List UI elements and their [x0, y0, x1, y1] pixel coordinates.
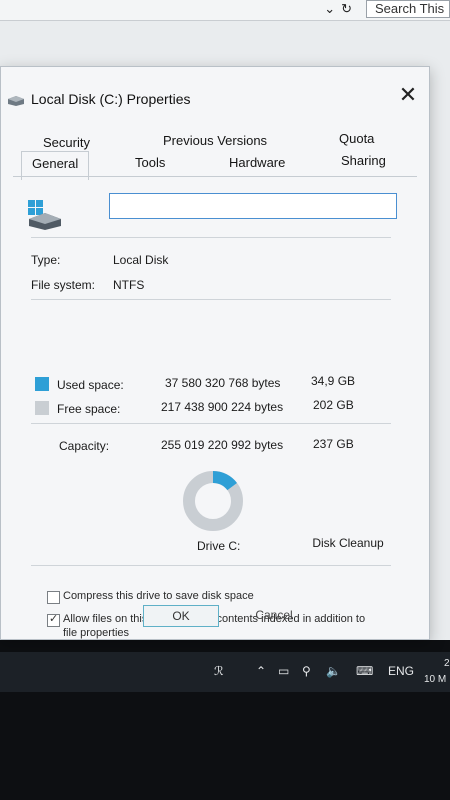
free-space-label: Free space:: [57, 402, 121, 416]
separator: [31, 237, 391, 238]
tab-strip: Security Previous Versions Quota General…: [13, 131, 417, 180]
volume-icon[interactable]: 🔈: [326, 664, 341, 678]
language-indicator[interactable]: ENG: [388, 664, 414, 678]
compress-checkbox[interactable]: [47, 591, 60, 604]
drive-icon: [8, 96, 24, 106]
capacity-bytes: 255 019 220 992 bytes: [161, 438, 284, 452]
type-value: Local Disk: [113, 253, 169, 267]
tab-security[interactable]: Security: [43, 135, 90, 150]
people-icon[interactable]: ℛ: [214, 664, 224, 678]
disk-usage-donut: [183, 471, 243, 531]
battery-icon[interactable]: ▭: [278, 664, 289, 678]
clock-date[interactable]: 10 M: [424, 674, 446, 685]
tab-hardware[interactable]: Hardware: [229, 155, 285, 170]
drive-label: Drive C:: [197, 539, 241, 553]
network-icon[interactable]: ⚲: [302, 664, 311, 678]
type-label: Type:: [31, 253, 61, 267]
taskbar: ℛ ⌃ ▭ ⚲ 🔈 ⌨ ENG 2 10 M: [0, 652, 450, 692]
ok-button[interactable]: OK: [143, 605, 219, 627]
dialog-title: Local Disk (C:) Properties: [31, 91, 191, 107]
used-space-swatch: [35, 377, 49, 391]
chevron-down-icon[interactable]: ⌄: [324, 1, 335, 17]
capacity-size: 237 GB: [313, 437, 354, 451]
separator: [31, 299, 391, 300]
properties-dialog: Local Disk (C:) Properties ✕ Security Pr…: [0, 66, 430, 640]
file-system-label: File system:: [31, 278, 96, 292]
separator: [31, 565, 391, 566]
used-space-size: 34,9 GB: [311, 374, 356, 388]
used-space-bytes: 37 580 320 768 bytes: [165, 376, 281, 390]
refresh-icon[interactable]: ↻: [341, 1, 352, 17]
compress-label: Compress this drive to save disk space: [63, 590, 254, 602]
chevron-up-icon[interactable]: ⌃: [256, 664, 266, 678]
title-bar: Local Disk (C:) Properties ✕: [1, 67, 429, 131]
used-space-label: Used space:: [57, 378, 124, 392]
explorer-nav-controls: ⌄ ↻: [308, 0, 352, 18]
file-system-value: NTFS: [113, 278, 145, 292]
capacity-label: Capacity:: [59, 439, 110, 453]
index-label-line2: file properties: [63, 627, 130, 639]
search-input[interactable]: Search This: [366, 0, 450, 18]
free-space-bytes: 217 438 900 224 bytes: [161, 400, 284, 414]
tab-quota[interactable]: Quota: [339, 131, 374, 146]
free-space-size: 202 GB: [313, 398, 354, 412]
clock-time[interactable]: 2: [444, 658, 450, 669]
keyboard-icon[interactable]: ⌨: [356, 664, 373, 678]
disk-cleanup-button[interactable]: Disk Cleanup: [303, 533, 393, 553]
index-checkbox[interactable]: [47, 612, 60, 627]
tab-previous-versions[interactable]: Previous Versions: [163, 133, 267, 148]
free-space-swatch: [35, 401, 49, 415]
tab-tools[interactable]: Tools: [135, 155, 165, 170]
tab-sharing[interactable]: Sharing: [341, 153, 386, 168]
drive-name-input[interactable]: [109, 193, 397, 219]
cancel-button[interactable]: Cancel: [237, 605, 311, 625]
windows-drive-icon: [28, 200, 61, 230]
close-button[interactable]: ✕: [395, 83, 421, 109]
general-tab-panel: Type: Local Disk File system: NTFS Used …: [13, 177, 417, 639]
separator: [31, 423, 391, 424]
